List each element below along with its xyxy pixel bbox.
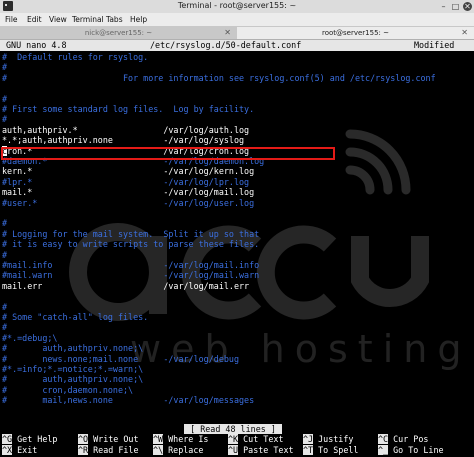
- shortcut-key: ^J: [303, 434, 314, 444]
- minimize-button[interactable]: –: [439, 2, 448, 11]
- tab-root[interactable]: root@server155: ~ ✕: [237, 27, 474, 39]
- window-title: Terminal - root@server155: ~: [177, 1, 297, 10]
- shortcut-item[interactable]: ^R Read File: [78, 444, 139, 455]
- tab-nick[interactable]: nick@server155: ~ ✕: [0, 27, 237, 39]
- menu-tabs[interactable]: Tabs: [106, 15, 123, 24]
- nano-modified-flag: Modified: [414, 40, 455, 50]
- shortcut-label: Write Out: [93, 434, 139, 444]
- shortcut-label: Where Is: [168, 434, 209, 444]
- shortcut-label: Cut Text: [243, 434, 284, 444]
- shortcut-item[interactable]: ^U Paste Text: [228, 444, 294, 455]
- close-button[interactable]: ✕: [463, 2, 472, 11]
- editor-line[interactable]: # First some standard log files. Log by …: [2, 104, 254, 114]
- shortcut-label: To Spell: [318, 444, 359, 455]
- editor-line[interactable]: #user.* -/var/log/user.log: [2, 198, 254, 208]
- editor-line[interactable]: *.*;auth,authpriv.none -/var/log/syslog: [2, 135, 244, 145]
- shortcut-item[interactable]: ^J Justify: [303, 434, 353, 444]
- editor-line[interactable]: #: [2, 250, 7, 260]
- shortcut-label: Justify: [318, 434, 354, 444]
- tab-close-icon[interactable]: ✕: [224, 28, 231, 37]
- editor-line[interactable]: #*.=debug;\: [2, 333, 57, 343]
- tab-label: root@server155: ~: [321, 29, 389, 37]
- shortcut-item[interactable]: ^O Write Out: [78, 434, 139, 444]
- menu-bar: File Edit View Terminal Tabs Help: [0, 13, 474, 27]
- tab-bar: nick@server155: ~ ✕ root@server155: ~ ✕: [0, 27, 474, 40]
- editor-line[interactable]: kern.* -/var/log/kern.log: [2, 166, 254, 176]
- editor-line[interactable]: #mail.info -/var/log/mail.info: [2, 260, 259, 270]
- editor-line[interactable]: #: [2, 62, 7, 72]
- shortcut-key: ^U: [228, 444, 239, 455]
- shortcut-item[interactable]: ^X Exit: [2, 444, 38, 455]
- shortcut-label: Replace: [168, 444, 204, 455]
- shortcut-label: Read File: [93, 444, 139, 455]
- editor-line[interactable]: #*.=info;*.=notice;*.=warn;\: [2, 364, 143, 374]
- maximize-button[interactable]: □: [451, 2, 460, 11]
- nano-header: GNU nano 4.8 /etc/rsyslog.d/50-default.c…: [0, 40, 474, 51]
- shortcut-key: ^O: [78, 434, 89, 444]
- shortcut-item[interactable]: ^C Cur Pos: [378, 434, 428, 444]
- editor-line[interactable]: mail.* -/var/log/mail.log: [2, 187, 254, 197]
- editor-line[interactable]: #mail.warn -/var/log/mail.warn: [2, 270, 259, 280]
- editor-line[interactable]: #: [2, 322, 7, 332]
- terminal-area[interactable]: web hosting accu GNU nano 4.8 /etc/rsysl…: [0, 40, 474, 457]
- shortcut-item[interactable]: ^K Cut Text: [228, 434, 283, 444]
- editor-line[interactable]: # cron,daemon.none;\: [2, 385, 133, 395]
- nano-status-message: [ Read 48 lines ]: [184, 424, 282, 434]
- shortcut-label: Cur Pos: [393, 434, 429, 444]
- editor-line[interactable]: # auth,authpriv.none;\: [2, 343, 143, 353]
- window-titlebar: Terminal - root@server155: ~ – □ ✕: [0, 0, 474, 14]
- menu-edit[interactable]: Edit: [27, 15, 42, 24]
- shortcut-key: ^X: [2, 444, 13, 455]
- menu-help[interactable]: Help: [130, 15, 147, 24]
- editor-line[interactable]: #lpr.* -/var/log/lpr.log: [2, 177, 249, 187]
- shortcut-item[interactable]: ^\ Replace: [153, 444, 204, 455]
- shortcut-key: ^W: [153, 434, 164, 444]
- editor-line[interactable]: # mail,news.none -/var/log/messages: [2, 395, 254, 405]
- shortcut-label: Exit: [17, 444, 38, 455]
- shortcut-key: ^R: [78, 444, 89, 455]
- editor-line[interactable]: #: [2, 94, 7, 104]
- shortcut-key: ^T: [303, 444, 314, 455]
- editor-line[interactable]: #: [2, 302, 7, 312]
- shortcut-item[interactable]: ^G Get Help: [2, 434, 57, 444]
- shortcut-item[interactable]: ^T To Spell: [303, 444, 359, 455]
- editor-line[interactable]: # For more information see rsyslog.conf(…: [2, 73, 436, 83]
- editor-line[interactable]: mail.err /var/log/mail.err: [2, 281, 249, 291]
- shortcut-key: ^C: [378, 434, 389, 444]
- shortcut-item[interactable]: ^W Where Is: [153, 434, 208, 444]
- editor-line[interactable]: # news.none;mail.none -/var/log/debug: [2, 354, 239, 364]
- editor-line[interactable]: #: [2, 114, 7, 124]
- editor-line[interactable]: # Logging for the mail system. Split it …: [2, 229, 259, 239]
- shortcut-item[interactable]: ^_ Go To Line: [378, 444, 444, 455]
- editor-line[interactable]: # auth,authpriv.none;\: [2, 374, 143, 384]
- editor-line[interactable]: # Some "catch-all" log files.: [2, 312, 148, 322]
- nano-filename: /etc/rsyslog.d/50-default.conf: [150, 40, 302, 50]
- shortcut-key: ^G: [2, 434, 13, 444]
- editor-line[interactable]: #: [2, 218, 7, 228]
- shortcut-label: Get Help: [17, 434, 58, 444]
- shortcut-key: ^\: [153, 444, 164, 455]
- shortcut-label: Paste Text: [243, 444, 294, 455]
- shortcut-label: Go To Line: [393, 444, 444, 455]
- highlight-annotation-box: [1, 147, 335, 160]
- shortcut-key: ^_: [378, 444, 389, 455]
- tab-close-icon[interactable]: ✕: [461, 28, 468, 37]
- editor-line[interactable]: # Default rules for rsyslog.: [2, 52, 148, 62]
- nano-version: GNU nano 4.8: [6, 40, 67, 50]
- menu-view[interactable]: View: [49, 15, 67, 24]
- editor-line[interactable]: # it is easy to write scripts to parse t…: [2, 239, 259, 249]
- editor-line[interactable]: auth,authpriv.* /var/log/auth.log: [2, 125, 249, 135]
- tab-label: nick@server155: ~: [84, 29, 153, 37]
- menu-file[interactable]: File: [5, 15, 18, 24]
- watermark-tagline: web hosting: [130, 327, 471, 371]
- shortcut-key: ^K: [228, 434, 239, 444]
- menu-terminal[interactable]: Terminal: [72, 15, 104, 24]
